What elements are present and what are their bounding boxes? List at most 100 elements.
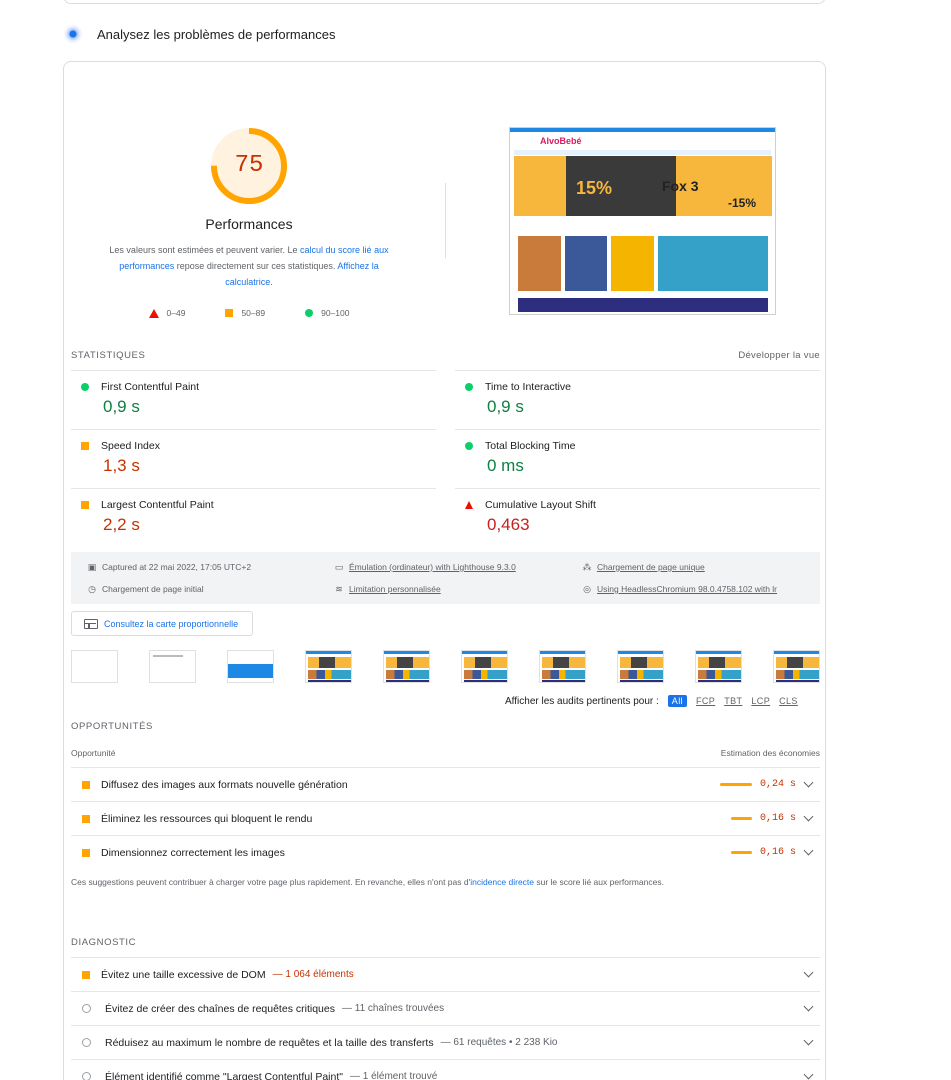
filter-chip-lcp[interactable]: LCP: [751, 696, 770, 706]
diagnostic-detail: — 11 chaînes trouvées: [341, 1003, 445, 1014]
env-browser[interactable]: ◎ Using HeadlessChromium 98.0.4758.102 wi…: [582, 583, 822, 595]
env-page-load[interactable]: ⁂ Chargement de page unique: [582, 561, 822, 573]
opportunity-item[interactable]: Dimensionnez correctement les images 0,1…: [71, 835, 820, 869]
env-captured: ▣ Captured at 22 mai 2022, 17:05 UTC+2: [87, 561, 334, 573]
lighthouse-report-card: 75 Performances Les valeurs sont estimée…: [63, 61, 826, 1080]
note-prefix: Ces suggestions peuvent contribuer à cha…: [71, 877, 471, 887]
chrome-icon: ◎: [583, 584, 591, 594]
filmstrip-frame: [71, 650, 118, 683]
opportunities-note: Ces suggestions peuvent contribuer à cha…: [71, 877, 664, 887]
direct-impact-link[interactable]: incidence directe: [470, 877, 534, 887]
savings-value: 0,16 s: [759, 847, 796, 858]
note-suffix: sur le score lié aux performances.: [534, 877, 664, 887]
laptop-icon: ▭: [334, 562, 344, 572]
info-circle-icon: [82, 1038, 91, 1047]
info-circle-icon: [82, 1072, 91, 1080]
filter-chip-cls[interactable]: CLS: [779, 696, 798, 706]
metric-cls: Cumulative Layout Shift 0,463: [455, 488, 820, 547]
stats-title: STATISTIQUES: [71, 350, 146, 361]
filter-chip-all[interactable]: All: [667, 695, 687, 707]
pass-circle-icon: [465, 383, 473, 391]
metric-label: Time to Interactive: [485, 381, 571, 393]
filter-chip-tbt[interactable]: TBT: [724, 696, 742, 706]
chevron-down-icon[interactable]: [803, 1001, 814, 1012]
desc-middle: repose directement sur ces statistiques.: [174, 261, 338, 271]
env-throttling[interactable]: ≋ Limitation personnalisée: [334, 583, 582, 595]
opportunity-item[interactable]: Diffusez des images aux formats nouvelle…: [71, 767, 820, 801]
opportunity-savings: 0,16 s: [730, 847, 796, 858]
gauge-label: Performances: [205, 216, 293, 232]
env-emulation[interactable]: ▭ Émulation (ordinateur) with Lighthouse …: [334, 561, 582, 573]
opportunity-savings: 0,16 s: [730, 813, 796, 824]
legend-good: 90–100: [305, 308, 349, 318]
stats-header: STATISTIQUES Développer la vue: [71, 350, 820, 361]
env-initial-load: ◷ Chargement de page initial: [87, 583, 334, 595]
legend-poor-label: 0–49: [166, 308, 186, 318]
legend-average: 50–89: [225, 308, 265, 318]
diagnostic-item[interactable]: Élément identifié comme "Largest Content…: [71, 1059, 820, 1080]
metric-value: 0,9 s: [487, 397, 524, 416]
screenshot-banner: 15% Fox 3 -15%: [514, 156, 772, 216]
metrics-grid: First Contentful Paint 0,9 s Time to Int…: [71, 370, 820, 547]
env-page-load-text[interactable]: Chargement de page unique: [597, 562, 705, 572]
opportunity-savings: 0,24 s: [719, 779, 796, 790]
savings-value: 0,16 s: [759, 813, 796, 824]
legend-poor: 0–49: [148, 308, 186, 318]
score-legend: 0–49 50–89 90–100: [64, 308, 434, 318]
savings-value: 0,24 s: [759, 779, 796, 790]
desc-prefix: Les valeurs sont estimées et peuvent var…: [109, 245, 301, 255]
diagnostic-label: Évitez de créer des chaînes de requêtes …: [105, 1002, 335, 1015]
diagnostic-label: Évitez une taille excessive de DOM: [101, 968, 266, 981]
section-title: Analysez les problèmes de performances: [97, 26, 336, 42]
chevron-down-icon[interactable]: [803, 1069, 814, 1080]
opportunity-label: Éliminez les ressources qui bloquent le …: [101, 812, 313, 825]
diagnostic-item[interactable]: Évitez de créer des chaînes de requêtes …: [71, 991, 820, 1025]
square-icon: [225, 309, 234, 317]
average-square-icon: [81, 501, 89, 509]
filter-chip-fcp[interactable]: FCP: [696, 696, 715, 706]
stopwatch-icon: ◷: [88, 584, 96, 594]
diagnostic-detail: — 61 requêtes • 2 238 Kio: [440, 1037, 558, 1048]
info-circle-icon: [82, 1004, 91, 1013]
nodes-icon: ⁂: [582, 562, 592, 572]
diagnostic-item[interactable]: Évitez une taille excessive de DOM — 1 0…: [71, 957, 820, 991]
expand-view-toggle[interactable]: Développer la vue: [738, 350, 820, 361]
pass-circle-icon: [81, 383, 89, 391]
metric-label: Total Blocking Time: [485, 440, 576, 452]
filmstrip-frame: [539, 650, 586, 683]
filmstrip-frame: [149, 650, 196, 683]
section-header: Analysez les problèmes de performances: [63, 24, 335, 44]
chevron-down-icon[interactable]: [803, 967, 814, 978]
diagnostic-item[interactable]: Réduisez au maximum le nombre de requête…: [71, 1025, 820, 1059]
metric-label: First Contentful Paint: [101, 381, 200, 393]
env-browser-text[interactable]: Using HeadlessChromium 98.0.4758.102 wit…: [597, 584, 777, 594]
filmstrip-frame: [305, 650, 352, 683]
filmstrip-frame: [383, 650, 430, 683]
chevron-down-icon[interactable]: [803, 845, 814, 856]
chevron-down-icon[interactable]: [803, 811, 814, 822]
opportunities-list: Diffusez des images aux formats nouvelle…: [71, 767, 820, 869]
average-square-icon: [82, 814, 90, 823]
opportunity-label: Dimensionnez correctement les images: [101, 846, 285, 859]
chevron-down-icon[interactable]: [803, 1035, 814, 1046]
diagnostic-title: DIAGNOSTIC: [71, 937, 137, 948]
env-captured-text: Captured at 22 mai 2022, 17:05 UTC+2: [102, 562, 252, 572]
treemap-button[interactable]: Consultez la carte proportionnelle: [71, 611, 253, 636]
audit-filter: Afficher les audits pertinents pour : Al…: [505, 695, 798, 707]
average-square-icon: [82, 848, 90, 857]
metric-tti: Time to Interactive 0,9 s: [455, 370, 820, 429]
gauge-description: Les valeurs sont estimées et peuvent var…: [99, 242, 399, 290]
banner-discount: -15%: [728, 196, 757, 210]
treemap-label: Consultez la carte proportionnelle: [104, 618, 239, 629]
opportunities-title: OPPORTUNITÉS: [71, 721, 153, 732]
env-emulation-text[interactable]: Émulation (ordinateur) with Lighthouse 9…: [349, 562, 516, 572]
metric-tbt: Total Blocking Time 0 ms: [455, 429, 820, 488]
final-screenshot[interactable]: AlvoBebé 15% Fox 3 -15%: [509, 127, 776, 315]
filmstrip: [71, 650, 820, 683]
env-throttling-text[interactable]: Limitation personnalisée: [349, 584, 441, 594]
chevron-down-icon[interactable]: [803, 777, 814, 788]
diagnostic-label: Réduisez au maximum le nombre de requête…: [105, 1036, 434, 1049]
opportunity-item[interactable]: Éliminez les ressources qui bloquent le …: [71, 801, 820, 835]
banner-percent: 15%: [576, 178, 613, 198]
opportunities-columns: Opportunité Estimation des économies: [71, 748, 820, 758]
